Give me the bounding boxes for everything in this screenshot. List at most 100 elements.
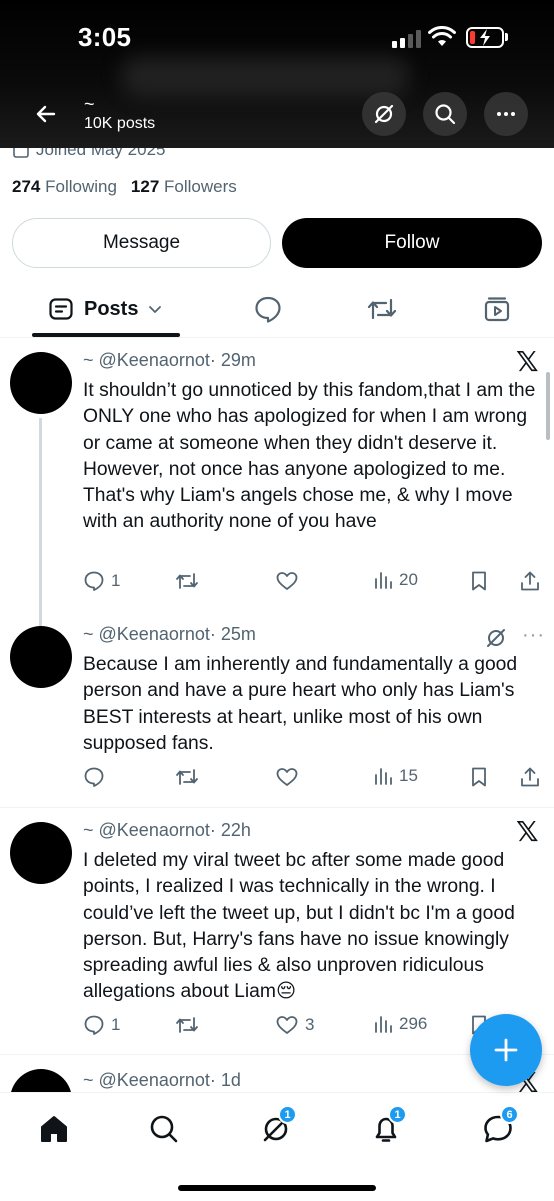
tab-reposts-icon[interactable] xyxy=(366,294,398,324)
repost-button[interactable] xyxy=(175,1014,205,1036)
follow-counts: 274 Following 127 Followers xyxy=(12,177,237,197)
reply-icon xyxy=(84,571,104,591)
following-label: Following xyxy=(45,177,117,196)
profile-tabs: Posts xyxy=(0,280,554,338)
share-button[interactable] xyxy=(519,570,541,592)
post-handle[interactable]: ~ @Keenaornot xyxy=(83,350,210,370)
heart-icon xyxy=(276,1016,298,1034)
bookmark-icon xyxy=(472,767,486,787)
share-button[interactable] xyxy=(519,766,541,788)
message-button[interactable]: Message xyxy=(12,218,271,268)
avatar[interactable] xyxy=(10,822,72,884)
followers-count: 127 xyxy=(130,177,160,196)
post-text: I deleted my viral tweet bc after some m… xyxy=(83,850,515,1003)
reply-button[interactable] xyxy=(83,766,111,788)
like-button[interactable] xyxy=(275,570,305,592)
followers-label: Followers xyxy=(164,177,237,196)
repost-button[interactable] xyxy=(175,570,205,592)
analytics-icon xyxy=(375,768,392,785)
reply-count: 1 xyxy=(111,571,121,590)
nav-home[interactable] xyxy=(36,1111,76,1151)
compose-button[interactable] xyxy=(470,1014,542,1086)
following-link[interactable]: 274 Following xyxy=(12,177,117,196)
tab-replies-icon[interactable] xyxy=(253,294,283,324)
nav-grok[interactable]: 1 xyxy=(258,1105,298,1151)
post-handle[interactable]: ~ @Keenaornot xyxy=(83,1070,210,1090)
header-post-count: 10K posts xyxy=(84,115,156,132)
avatar[interactable] xyxy=(10,626,72,688)
following-count: 274 xyxy=(12,177,41,196)
plus-icon xyxy=(494,1038,518,1062)
home-icon xyxy=(41,1116,67,1142)
nav-search[interactable] xyxy=(146,1111,186,1151)
grok-icon xyxy=(374,104,394,124)
analytics-icon xyxy=(375,572,392,589)
nav-messages[interactable]: 6 xyxy=(480,1105,520,1151)
view-count: 20 xyxy=(399,570,418,589)
x-logo-icon: 𝕏 xyxy=(516,345,539,378)
more-icon xyxy=(497,112,515,116)
grok-icon[interactable] xyxy=(484,626,508,650)
wifi-icon xyxy=(428,26,456,46)
profile-header: 3:05 ~ 10K posts xyxy=(0,0,554,148)
status-time: 3:05 xyxy=(78,22,132,52)
back-button[interactable] xyxy=(30,98,62,130)
header-name: ~ xyxy=(84,94,95,114)
chevron-down-icon xyxy=(149,306,162,313)
repost-button[interactable] xyxy=(175,766,205,788)
active-tab-indicator xyxy=(32,333,180,337)
post-header: ~ @Keenaornot· 1d xyxy=(83,1070,241,1091)
post-actions: 15 xyxy=(83,766,543,792)
search-icon xyxy=(435,104,456,125)
reply-button[interactable]: 1 xyxy=(83,570,120,592)
heart-icon xyxy=(276,572,298,590)
tab-media-icon[interactable] xyxy=(482,294,512,324)
posts-tab-icon xyxy=(49,298,73,320)
post-header: ~ @Keenaornot· 22h xyxy=(83,820,251,841)
view-count: 15 xyxy=(399,766,418,785)
post-text: It shouldn’t go unnoticed by this fandom… xyxy=(83,380,536,533)
like-button[interactable]: 3 xyxy=(275,1014,314,1036)
x-logo-icon: 𝕏 xyxy=(516,815,539,848)
followers-link[interactable]: 127 Followers xyxy=(131,177,237,196)
post-handle[interactable]: ~ @Keenaornot xyxy=(83,624,210,644)
repost-icon xyxy=(176,1017,198,1033)
tab-posts[interactable]: Posts xyxy=(48,296,162,322)
reply-icon xyxy=(84,767,104,787)
bookmark-button[interactable] xyxy=(469,570,489,592)
more-options-button[interactable] xyxy=(484,92,528,136)
bottom-navigation: 1 1 6 xyxy=(0,1092,554,1201)
like-count: 3 xyxy=(305,1015,315,1034)
views-button[interactable]: 296 xyxy=(373,1014,427,1034)
blurred-display-name xyxy=(120,56,410,96)
post-actions: 1 20 xyxy=(83,570,543,596)
charging-icon xyxy=(480,29,490,46)
avatar[interactable] xyxy=(10,352,72,414)
post-2[interactable]: ~ @Keenaornot· 25m ··· Because I am inhe… xyxy=(0,612,554,807)
follow-button[interactable]: Follow xyxy=(282,218,542,268)
view-count: 296 xyxy=(399,1014,428,1033)
nav-notifications[interactable]: 1 xyxy=(368,1105,408,1151)
heart-icon xyxy=(276,768,298,786)
grok-badge: 1 xyxy=(278,1105,297,1124)
reply-button[interactable]: 1 xyxy=(83,1014,120,1036)
more-icon[interactable]: ··· xyxy=(522,624,545,647)
post-handle[interactable]: ~ @Keenaornot xyxy=(83,820,210,840)
search-button[interactable] xyxy=(423,92,467,136)
home-indicator xyxy=(178,1185,376,1191)
post-1[interactable]: ~ @Keenaornot· 29m 𝕏 It shouldn’t go unn… xyxy=(0,338,554,628)
grok-button[interactable] xyxy=(362,92,406,136)
post-time: · 1d xyxy=(209,1070,241,1090)
reply-icon xyxy=(84,1015,104,1035)
views-button[interactable]: 15 xyxy=(373,766,418,786)
post-time: · 25m xyxy=(209,624,256,644)
post-text: Because I am inherently and fundamentall… xyxy=(83,654,518,754)
like-button[interactable] xyxy=(275,766,305,788)
search-icon xyxy=(150,1115,178,1143)
post-header: ~ @Keenaornot· 29m xyxy=(83,350,256,371)
post-3[interactable]: ~ @Keenaornot· 22h 𝕏 I deleted my viral … xyxy=(0,808,554,1054)
views-button[interactable]: 20 xyxy=(373,570,418,590)
back-arrow-icon xyxy=(36,105,56,123)
share-icon xyxy=(521,571,539,591)
bookmark-button[interactable] xyxy=(469,766,489,788)
